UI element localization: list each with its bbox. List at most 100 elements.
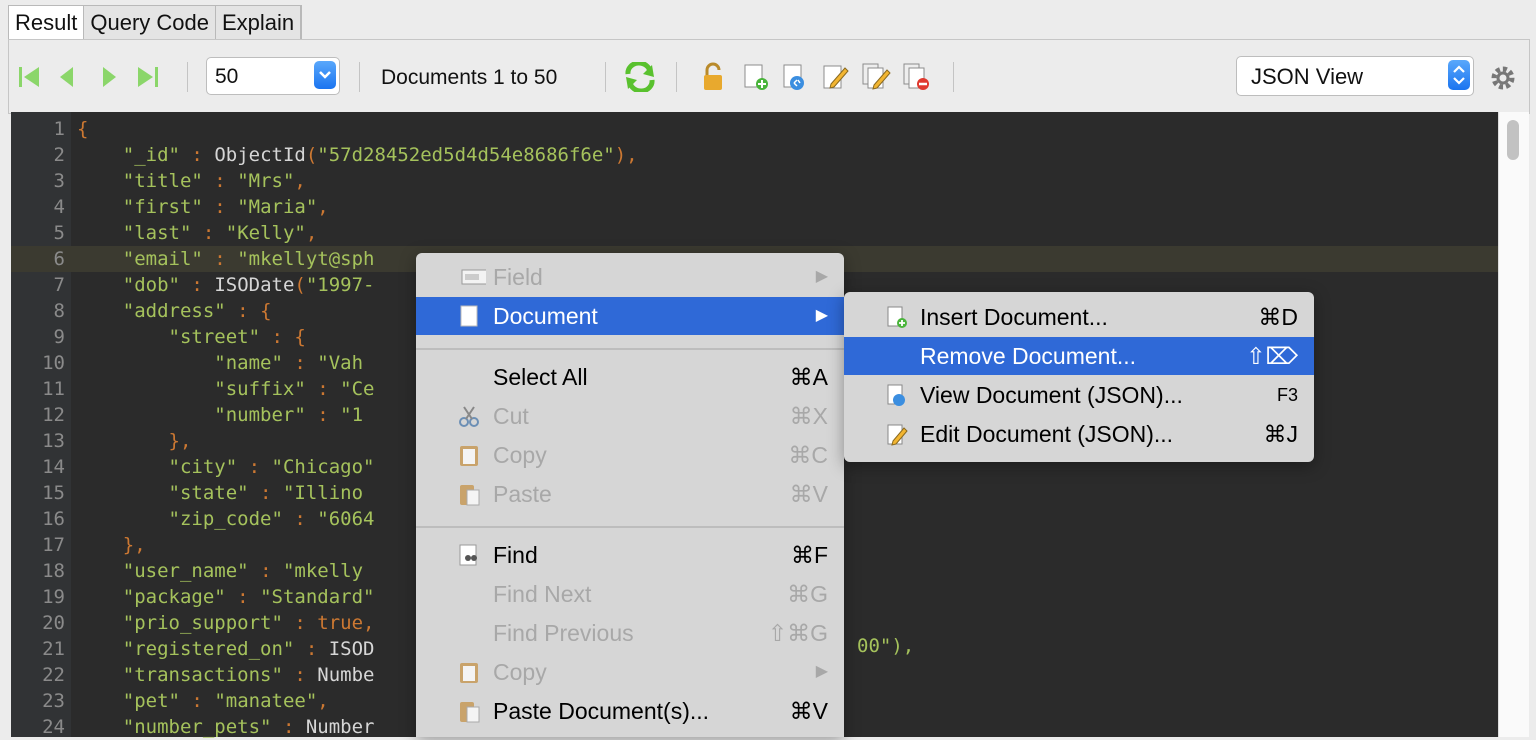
editor-scrollbar[interactable]: [1498, 112, 1529, 737]
line-number: 11: [42, 378, 65, 400]
line-number: 15: [42, 482, 65, 504]
code-text: "registered_on" : ISOD: [122, 638, 375, 660]
code-text: "dob" : ISODate("1997-: [122, 274, 375, 296]
menu-item-document[interactable]: Document ▶: [416, 297, 844, 335]
toolbar-separator: [953, 62, 954, 92]
line-number: 19: [42, 586, 65, 608]
menu-item-copy-submenu[interactable]: Copy ▶: [416, 653, 844, 691]
lock-icon[interactable]: [702, 62, 724, 92]
next-page-icon[interactable]: [99, 64, 119, 90]
view-doc-icon[interactable]: [781, 62, 809, 92]
menu-item-find[interactable]: Find ⌘F: [416, 536, 844, 574]
line-number: 18: [42, 560, 65, 582]
code-text: "prio_support" : true,: [122, 612, 375, 634]
code-text: "number" : "1: [214, 404, 364, 426]
menu-item-find-next[interactable]: Find Next ⌘G: [416, 575, 844, 613]
code-line[interactable]: 5 "last" : "Kelly",: [11, 220, 1498, 246]
view-mode-value: JSON View: [1251, 64, 1364, 89]
chevron-down-icon: [314, 61, 336, 89]
line-number: 14: [42, 456, 65, 478]
code-text: },: [168, 430, 192, 452]
gear-icon[interactable]: [1487, 62, 1519, 94]
line-number: 9: [53, 326, 65, 348]
line-number: 1: [53, 118, 65, 140]
insert-doc-icon[interactable]: [742, 62, 770, 92]
menu-item-remove-document[interactable]: Remove Document... ⇧⌦: [844, 337, 1314, 375]
scrollbar-thumb[interactable]: [1507, 120, 1519, 160]
line-number: 13: [42, 430, 65, 452]
prev-page-icon[interactable]: [57, 64, 77, 90]
line-number: 7: [53, 274, 65, 296]
page-size-value: 50: [215, 65, 239, 88]
line-number: 22: [42, 664, 65, 686]
edit-docs-icon[interactable]: [861, 62, 891, 92]
code-text: "transactions" : Numbe: [122, 664, 375, 686]
view-mode-select[interactable]: JSON View: [1236, 56, 1474, 96]
line-number: 2: [53, 144, 65, 166]
toolbar-separator: [359, 62, 360, 92]
line-21-tail: 00"),: [857, 635, 915, 657]
edit-doc-icon: [887, 424, 908, 446]
remove-doc-icon[interactable]: [902, 62, 932, 92]
result-tabs: Result Query Code Explain: [8, 5, 303, 40]
last-page-icon[interactable]: [135, 64, 161, 90]
document-submenu: Insert Document... ⌘D Remove Document...…: [844, 292, 1314, 462]
paste-icon: [460, 702, 480, 723]
menu-item-copy[interactable]: Copy ⌘C: [416, 436, 844, 474]
menu-item-cut[interactable]: Cut ⌘X: [416, 397, 844, 435]
code-text: "zip_code" : "6064: [168, 508, 375, 530]
line-number: 8: [53, 300, 65, 322]
menu-item-insert-document[interactable]: Insert Document... ⌘D: [844, 298, 1314, 336]
code-text: "pet" : "manatee",: [122, 690, 329, 712]
refresh-icon[interactable]: [624, 62, 656, 92]
line-number: 23: [42, 690, 65, 712]
edit-doc-icon[interactable]: [821, 62, 849, 92]
line-number: 16: [42, 508, 65, 530]
line-number: 4: [53, 196, 65, 218]
code-text: "title" : "Mrs",: [122, 170, 306, 192]
code-text: "_id" : ObjectId("57d28452ed5d4d54e8686f…: [122, 144, 638, 166]
code-line[interactable]: 3 "title" : "Mrs",: [11, 168, 1498, 194]
menu-separator: [416, 526, 844, 528]
code-text: "user_name" : "mkelly: [122, 560, 364, 582]
clipboard-icon: [460, 663, 478, 683]
code-line[interactable]: 1{: [11, 116, 1498, 142]
tab-query-code[interactable]: Query Code: [84, 6, 216, 40]
first-page-icon[interactable]: [17, 64, 41, 90]
code-text: "last" : "Kelly",: [122, 222, 318, 244]
menu-item-select-all[interactable]: Select All ⌘A: [416, 358, 844, 396]
menu-item-edit-document[interactable]: Edit Document (JSON)... ⌘J: [844, 415, 1314, 453]
toolbar-separator: [605, 62, 606, 92]
toolbar: 50 Documents 1 to 50 JSON View: [8, 39, 1530, 114]
menu-item-paste[interactable]: Paste ⌘V: [416, 475, 844, 513]
menu-item-view-document[interactable]: View Document (JSON)... F3: [844, 376, 1314, 414]
line-number: 17: [42, 534, 65, 556]
tab-result[interactable]: Result: [9, 6, 85, 40]
code-line[interactable]: 2 "_id" : ObjectId("57d28452ed5d4d54e868…: [11, 142, 1498, 168]
tab-explain[interactable]: Explain: [216, 6, 302, 40]
scissors-icon: [459, 406, 479, 427]
menu-item-paste-documents[interactable]: Paste Document(s)... ⌘V: [416, 692, 844, 730]
line-number: 6: [53, 248, 65, 270]
page-size-select[interactable]: 50: [206, 57, 340, 95]
find-icon: [459, 544, 477, 566]
view-doc-icon: [887, 384, 905, 406]
menu-separator: [416, 348, 844, 350]
toolbar-separator: [676, 62, 677, 92]
code-text: "name" : "Vah: [214, 352, 364, 374]
code-text: },: [122, 534, 146, 556]
document-icon: [460, 305, 478, 327]
field-icon: [461, 269, 486, 285]
up-down-chevron-icon: [1448, 60, 1470, 90]
code-text: "suffix" : "Ce: [214, 378, 375, 400]
line-number: 5: [53, 222, 65, 244]
menu-item-find-previous[interactable]: Find Previous ⇧⌘G: [416, 614, 844, 652]
line-number: 20: [42, 612, 65, 634]
code-text: "package" : "Standard": [122, 586, 375, 608]
line-number: 12: [42, 404, 65, 426]
toolbar-separator: [187, 62, 188, 92]
menu-item-field[interactable]: Field ▶: [416, 258, 844, 296]
code-text: {: [77, 118, 89, 140]
line-number: 24: [42, 716, 65, 738]
code-line[interactable]: 4 "first" : "Maria",: [11, 194, 1498, 220]
